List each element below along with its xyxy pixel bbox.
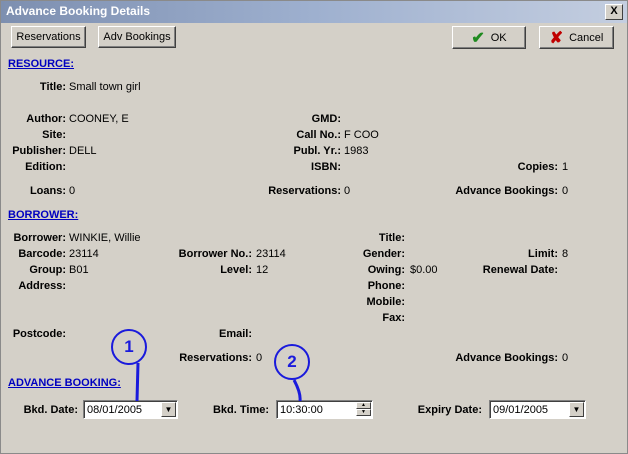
callout-1-icon: 1 — [111, 329, 147, 365]
advance-booking-dialog: Advance Booking Details X Reservations A… — [0, 0, 628, 454]
callout-2-pointer — [292, 379, 302, 402]
callout-pointers — [135, 362, 302, 402]
callout-2-icon: 2 — [274, 344, 310, 380]
callout-1-pointer — [135, 362, 140, 402]
